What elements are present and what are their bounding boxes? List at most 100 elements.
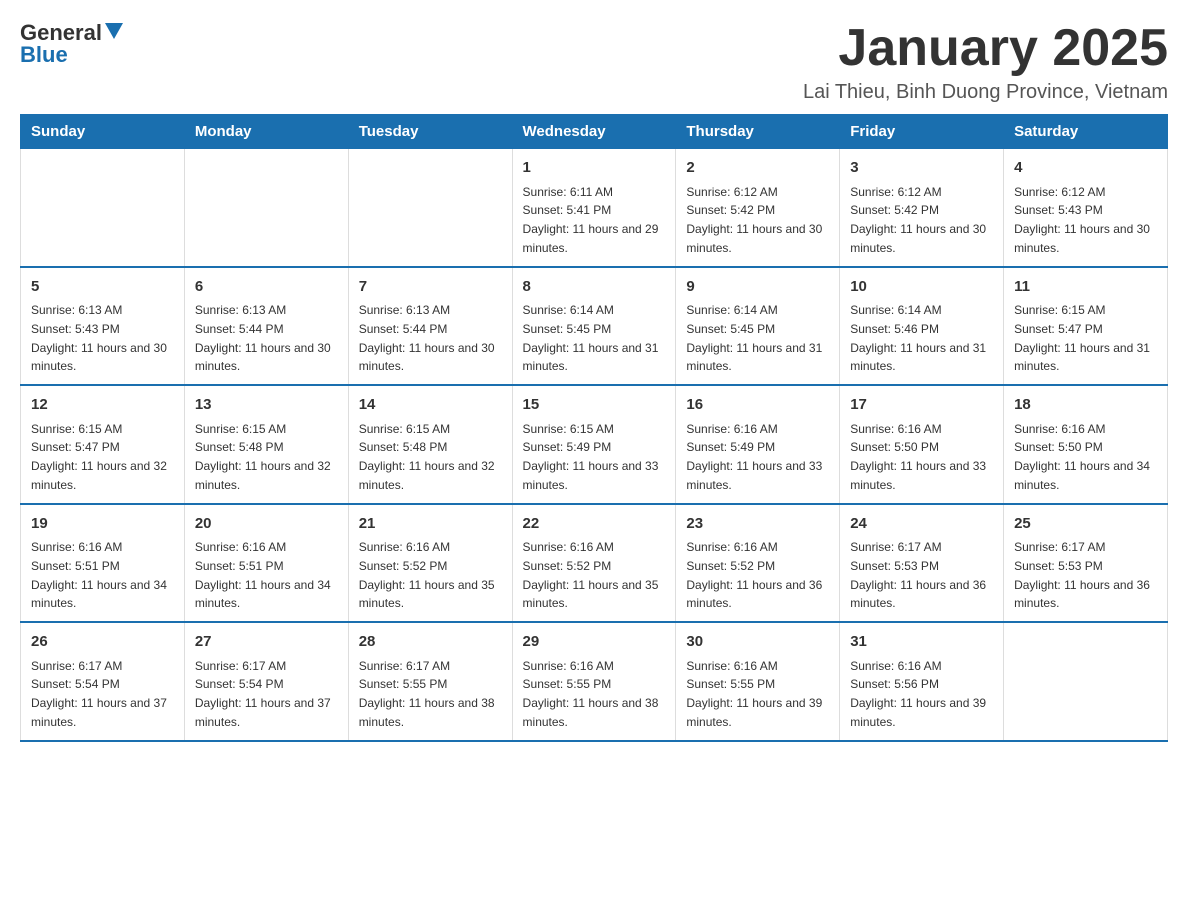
day-number: 1 — [523, 157, 666, 180]
calendar-cell: 21 Sunrise: 6:16 AMSunset: 5:52 PMDayligh… — [348, 504, 512, 623]
day-info: Sunrise: 6:14 AMSunset: 5:45 PMDaylight:… — [686, 303, 822, 373]
calendar-cell: 8 Sunrise: 6:14 AMSunset: 5:45 PMDaylight… — [512, 267, 676, 386]
header-cell-thursday: Thursday — [676, 115, 840, 149]
header-row: SundayMondayTuesdayWednesdayThursdayFrid… — [21, 115, 1168, 149]
day-number: 17 — [850, 394, 993, 417]
day-number: 30 — [686, 631, 829, 654]
header-cell-tuesday: Tuesday — [348, 115, 512, 149]
day-info: Sunrise: 6:16 AMSunset: 5:50 PMDaylight:… — [850, 422, 986, 492]
header-cell-saturday: Saturday — [1004, 115, 1168, 149]
calendar-cell: 31 Sunrise: 6:16 AMSunset: 5:56 PMDayligh… — [840, 622, 1004, 741]
day-number: 22 — [523, 513, 666, 536]
calendar-cell: 28Sunrise: 6:17 AMSunset: 5:55 PMDayligh… — [348, 622, 512, 741]
day-info: Sunrise: 6:16 AMSunset: 5:52 PMDaylight:… — [523, 540, 659, 610]
day-info: Sunrise: 6:14 AMSunset: 5:46 PMDaylight:… — [850, 303, 986, 373]
day-info: Sunrise: 6:11 AMSunset: 5:41 PMDaylight:… — [523, 185, 659, 255]
day-info: Sunrise: 6:15 AMSunset: 5:48 PMDaylight:… — [359, 422, 495, 492]
calendar-header: SundayMondayTuesdayWednesdayThursdayFrid… — [21, 115, 1168, 149]
day-number: 6 — [195, 276, 338, 299]
day-info: Sunrise: 6:13 AMSunset: 5:44 PMDaylight:… — [195, 303, 331, 373]
calendar-cell: 26 Sunrise: 6:17 AMSunset: 5:54 PMDayligh… — [21, 622, 185, 741]
day-number: 7 — [359, 276, 502, 299]
day-info: Sunrise: 6:15 AMSunset: 5:47 PMDaylight:… — [31, 422, 167, 492]
header-cell-sunday: Sunday — [21, 115, 185, 149]
main-title: January 2025 — [803, 20, 1168, 77]
day-number: 13 — [195, 394, 338, 417]
day-info: Sunrise: 6:17 AMSunset: 5:54 PMDaylight:… — [31, 659, 167, 729]
day-number: 28 — [359, 631, 502, 654]
day-info: Sunrise: 6:15 AMSunset: 5:48 PMDaylight:… — [195, 422, 331, 492]
day-number: 14 — [359, 394, 502, 417]
day-info: Sunrise: 6:16 AMSunset: 5:51 PMDaylight:… — [31, 540, 167, 610]
day-info: Sunrise: 6:16 AMSunset: 5:52 PMDaylight:… — [359, 540, 495, 610]
day-number: 25 — [1014, 513, 1157, 536]
calendar-cell — [21, 149, 185, 267]
day-number: 11 — [1014, 276, 1157, 299]
day-info: Sunrise: 6:12 AMSunset: 5:42 PMDaylight:… — [850, 185, 986, 255]
calendar-table: SundayMondayTuesdayWednesdayThursdayFrid… — [20, 114, 1168, 742]
calendar-cell: 17 Sunrise: 6:16 AMSunset: 5:50 PMDayligh… — [840, 385, 1004, 504]
day-info: Sunrise: 6:15 AMSunset: 5:47 PMDaylight:… — [1014, 303, 1150, 373]
day-info: Sunrise: 6:17 AMSunset: 5:53 PMDaylight:… — [850, 540, 986, 610]
calendar-cell — [184, 149, 348, 267]
day-number: 2 — [686, 157, 829, 180]
day-info: Sunrise: 6:14 AMSunset: 5:45 PMDaylight:… — [523, 303, 659, 373]
logo-arrow-icon — [105, 23, 123, 41]
calendar-cell: 27Sunrise: 6:17 AMSunset: 5:54 PMDayligh… — [184, 622, 348, 741]
day-info: Sunrise: 6:12 AMSunset: 5:42 PMDaylight:… — [686, 185, 822, 255]
calendar-cell — [348, 149, 512, 267]
page-header: General Blue January 2025 Lai Thieu, Bin… — [20, 20, 1168, 104]
logo-text-blue: Blue — [20, 42, 68, 68]
calendar-cell: 11 Sunrise: 6:15 AMSunset: 5:47 PMDayligh… — [1004, 267, 1168, 386]
day-number: 16 — [686, 394, 829, 417]
day-number: 10 — [850, 276, 993, 299]
calendar-cell: 5 Sunrise: 6:13 AMSunset: 5:43 PMDaylight… — [21, 267, 185, 386]
title-block: January 2025 Lai Thieu, Binh Duong Provi… — [803, 20, 1168, 104]
calendar-week-5: 26 Sunrise: 6:17 AMSunset: 5:54 PMDayligh… — [21, 622, 1168, 741]
calendar-cell: 19 Sunrise: 6:16 AMSunset: 5:51 PMDayligh… — [21, 504, 185, 623]
calendar-cell: 23 Sunrise: 6:16 AMSunset: 5:52 PMDayligh… — [676, 504, 840, 623]
day-number: 23 — [686, 513, 829, 536]
calendar-cell: 13 Sunrise: 6:15 AMSunset: 5:48 PMDayligh… — [184, 385, 348, 504]
calendar-cell: 3 Sunrise: 6:12 AMSunset: 5:42 PMDaylight… — [840, 149, 1004, 267]
logo: General Blue — [20, 20, 123, 68]
day-info: Sunrise: 6:17 AMSunset: 5:54 PMDaylight:… — [195, 659, 331, 729]
day-number: 20 — [195, 513, 338, 536]
calendar-week-2: 5 Sunrise: 6:13 AMSunset: 5:43 PMDaylight… — [21, 267, 1168, 386]
day-info: Sunrise: 6:17 AMSunset: 5:53 PMDaylight:… — [1014, 540, 1150, 610]
calendar-cell: 10 Sunrise: 6:14 AMSunset: 5:46 PMDayligh… — [840, 267, 1004, 386]
day-number: 29 — [523, 631, 666, 654]
day-number: 8 — [523, 276, 666, 299]
day-info: Sunrise: 6:16 AMSunset: 5:55 PMDaylight:… — [523, 659, 659, 729]
day-number: 4 — [1014, 157, 1157, 180]
calendar-cell: 20 Sunrise: 6:16 AMSunset: 5:51 PMDayligh… — [184, 504, 348, 623]
day-info: Sunrise: 6:13 AMSunset: 5:44 PMDaylight:… — [359, 303, 495, 373]
calendar-cell: 18Sunrise: 6:16 AMSunset: 5:50 PMDayligh… — [1004, 385, 1168, 504]
header-cell-monday: Monday — [184, 115, 348, 149]
day-info: Sunrise: 6:12 AMSunset: 5:43 PMDaylight:… — [1014, 185, 1150, 255]
day-number: 3 — [850, 157, 993, 180]
calendar-week-4: 19 Sunrise: 6:16 AMSunset: 5:51 PMDayligh… — [21, 504, 1168, 623]
calendar-cell: 14 Sunrise: 6:15 AMSunset: 5:48 PMDayligh… — [348, 385, 512, 504]
calendar-body: 1 Sunrise: 6:11 AMSunset: 5:41 PMDaylight… — [21, 149, 1168, 741]
calendar-cell: 6 Sunrise: 6:13 AMSunset: 5:44 PMDaylight… — [184, 267, 348, 386]
day-number: 18 — [1014, 394, 1157, 417]
calendar-cell: 7 Sunrise: 6:13 AMSunset: 5:44 PMDaylight… — [348, 267, 512, 386]
day-number: 31 — [850, 631, 993, 654]
calendar-week-1: 1 Sunrise: 6:11 AMSunset: 5:41 PMDaylight… — [21, 149, 1168, 267]
calendar-week-3: 12Sunrise: 6:15 AMSunset: 5:47 PMDayligh… — [21, 385, 1168, 504]
day-info: Sunrise: 6:13 AMSunset: 5:43 PMDaylight:… — [31, 303, 167, 373]
day-number: 15 — [523, 394, 666, 417]
day-info: Sunrise: 6:16 AMSunset: 5:51 PMDaylight:… — [195, 540, 331, 610]
day-info: Sunrise: 6:16 AMSunset: 5:56 PMDaylight:… — [850, 659, 986, 729]
day-number: 21 — [359, 513, 502, 536]
day-number: 26 — [31, 631, 174, 654]
day-number: 19 — [31, 513, 174, 536]
calendar-cell: 30 Sunrise: 6:16 AMSunset: 5:55 PMDayligh… — [676, 622, 840, 741]
day-info: Sunrise: 6:16 AMSunset: 5:52 PMDaylight:… — [686, 540, 822, 610]
day-info: Sunrise: 6:16 AMSunset: 5:49 PMDaylight:… — [686, 422, 822, 492]
day-info: Sunrise: 6:16 AMSunset: 5:55 PMDaylight:… — [686, 659, 822, 729]
calendar-cell: 22 Sunrise: 6:16 AMSunset: 5:52 PMDayligh… — [512, 504, 676, 623]
day-number: 5 — [31, 276, 174, 299]
calendar-cell: 4 Sunrise: 6:12 AMSunset: 5:43 PMDaylight… — [1004, 149, 1168, 267]
